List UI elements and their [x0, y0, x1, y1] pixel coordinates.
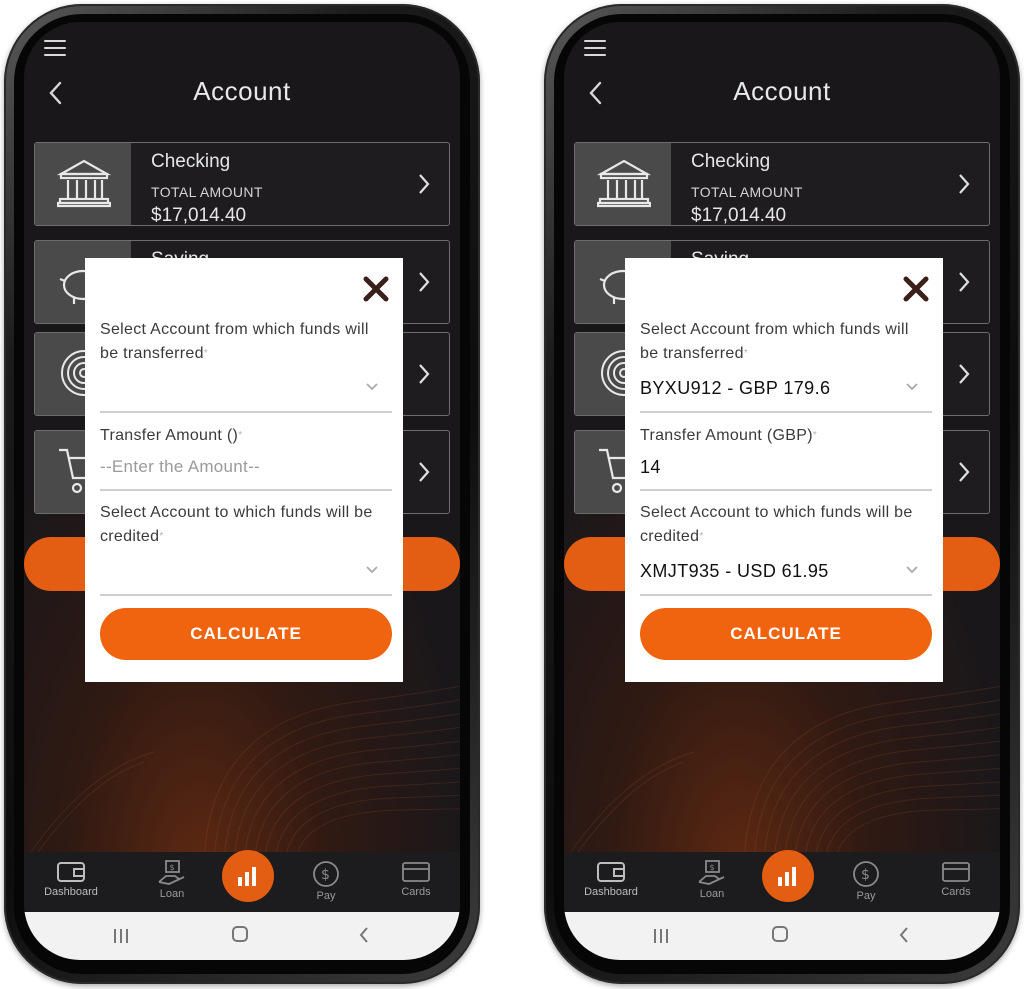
account-card-checking[interactable]: Checking TOTAL AMOUNT $17,014.40 [574, 142, 990, 226]
dollar-coin-icon: $ [853, 861, 879, 887]
wallet-icon [57, 862, 85, 882]
field-divider [640, 489, 932, 491]
system-nav-bar [564, 912, 1000, 960]
transfer-amount-label: Transfer Amount (GBP)* [640, 427, 818, 444]
account-amount: $17,014.40 [151, 205, 247, 226]
svg-text:$: $ [861, 867, 870, 883]
card-icon-tile [575, 143, 671, 225]
chevron-down-icon[interactable] [365, 565, 379, 575]
svg-text:$: $ [321, 867, 330, 883]
field-divider [640, 594, 932, 596]
tab-loan[interactable]: $ Loan [682, 860, 742, 900]
chevron-right-icon [419, 364, 430, 384]
account-name: Checking [151, 151, 231, 172]
tab-label: Cards [401, 886, 431, 898]
tab-label: Loan [159, 888, 185, 900]
phone-left: Account Checking TOTAL AMOUNT $17,014.40 [4, 4, 480, 984]
close-icon[interactable] [363, 276, 389, 302]
chevron-right-icon [959, 462, 970, 482]
loan-hand-icon: $ [158, 860, 185, 885]
hamburger-menu-icon[interactable] [44, 40, 66, 58]
dollar-coin-icon: $ [313, 861, 339, 887]
system-back-icon[interactable] [898, 926, 910, 944]
to-account-select[interactable]: XMJT935 - USD 61.95 [640, 561, 829, 582]
tab-label: Dashboard [44, 886, 98, 898]
account-name: Checking [691, 151, 771, 172]
field-divider [640, 411, 932, 413]
page-title: Account [193, 76, 291, 106]
tab-cards[interactable]: Cards [930, 860, 982, 898]
bank-icon [57, 159, 111, 208]
transfer-amount-input[interactable]: --Enter the Amount-- [100, 457, 260, 477]
card-icon-tile [35, 143, 131, 225]
tab-pay[interactable]: $ Pay [304, 860, 348, 902]
chevron-right-icon [959, 364, 970, 384]
from-account-label: Select Account from which funds will be … [640, 321, 909, 362]
chevron-down-icon[interactable] [905, 382, 919, 392]
tab-label: Loan [699, 888, 725, 900]
calculate-button[interactable]: CALCULATE [100, 608, 392, 660]
bottom-tab-bar: Dashboard $ Loan $ Pay Cards [564, 850, 1000, 912]
app-screen: Account Checking TOTAL AMOUNT $17,014.40… [564, 22, 1000, 960]
close-icon[interactable] [903, 276, 929, 302]
from-account-select[interactable]: BYXU912 - GBP 179.6 [640, 378, 830, 399]
account-sub-label: TOTAL AMOUNT [691, 184, 803, 200]
recent-apps-icon[interactable] [112, 928, 130, 944]
account-card-checking[interactable]: Checking TOTAL AMOUNT $17,014.40 [34, 142, 450, 226]
tab-cards[interactable]: Cards [390, 860, 442, 898]
page-title: Account [733, 76, 831, 106]
field-divider [100, 489, 392, 491]
tab-dashboard[interactable]: Dashboard [576, 860, 646, 898]
to-account-label: Select Account to which funds will be cr… [640, 504, 913, 545]
to-account-label: Select Account to which funds will be cr… [100, 504, 373, 545]
home-button-icon[interactable] [772, 926, 788, 942]
tab-loan[interactable]: $ Loan [142, 860, 202, 900]
field-divider [100, 411, 392, 413]
bar-chart-icon [238, 867, 256, 886]
chevron-right-icon [959, 272, 970, 292]
recent-apps-icon[interactable] [652, 928, 670, 944]
app-screen: Account Checking TOTAL AMOUNT $17,014.40 [24, 22, 460, 960]
center-stats-button[interactable] [222, 850, 274, 902]
chevron-right-icon [959, 174, 970, 194]
card-icon [942, 862, 970, 882]
chevron-down-icon[interactable] [365, 382, 379, 392]
transfer-modal: Select Account from which funds will be … [85, 258, 403, 682]
transfer-modal: Select Account from which funds will be … [625, 258, 943, 682]
phone-right: Account Checking TOTAL AMOUNT $17,014.40… [544, 4, 1020, 984]
home-button-icon[interactable] [232, 926, 248, 942]
svg-text:$: $ [710, 863, 715, 872]
account-amount: $17,014.40 [691, 205, 787, 226]
tab-label: Pay [316, 890, 336, 902]
bottom-tab-bar: Dashboard $ Loan $ Pay Cards [24, 850, 460, 912]
chevron-right-icon [419, 462, 430, 482]
tab-pay[interactable]: $ Pay [844, 860, 888, 902]
chevron-right-icon [419, 272, 430, 292]
bar-chart-icon [778, 867, 796, 886]
from-account-label: Select Account from which funds will be … [100, 321, 369, 362]
tab-label: Dashboard [584, 886, 638, 898]
field-divider [100, 594, 392, 596]
transfer-amount-input[interactable]: 14 [640, 457, 661, 478]
svg-text:$: $ [170, 863, 175, 872]
center-stats-button[interactable] [762, 850, 814, 902]
chevron-down-icon[interactable] [905, 565, 919, 575]
tab-label: Pay [856, 890, 876, 902]
tab-dashboard[interactable]: Dashboard [36, 860, 106, 898]
transfer-amount-label: Transfer Amount ()* [100, 427, 243, 444]
loan-hand-icon: $ [698, 860, 725, 885]
tab-label: Cards [941, 886, 971, 898]
system-back-icon[interactable] [358, 926, 370, 944]
wallet-icon [597, 862, 625, 882]
chevron-right-icon [419, 174, 430, 194]
card-icon [402, 862, 430, 882]
calculate-button[interactable]: CALCULATE [640, 608, 932, 660]
system-nav-bar [24, 912, 460, 960]
hamburger-menu-icon[interactable] [584, 40, 606, 58]
account-sub-label: TOTAL AMOUNT [151, 184, 263, 200]
bank-icon [597, 159, 651, 208]
